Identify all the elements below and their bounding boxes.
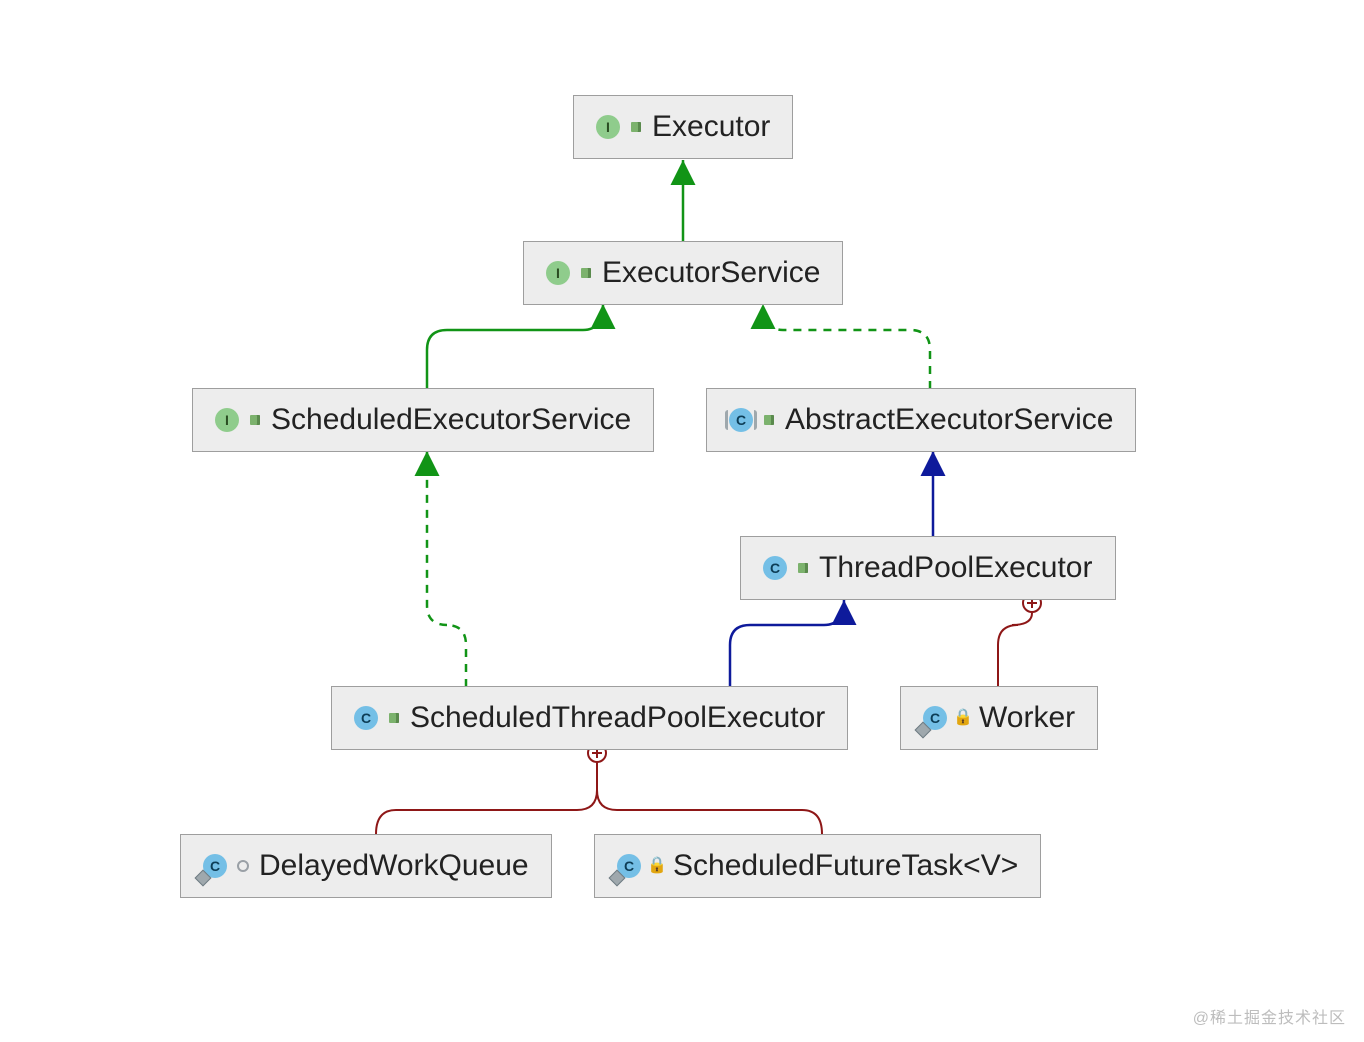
node-label: ScheduledExecutorService <box>271 403 631 437</box>
nested-badge-icon <box>195 870 212 887</box>
class-icon: C <box>203 854 227 878</box>
node-scheduled-executor-service[interactable]: I ScheduledExecutorService <box>192 388 654 452</box>
edge-worker-tpe <box>998 613 1032 687</box>
class-icon: C <box>617 854 641 878</box>
node-label: ThreadPoolExecutor <box>819 551 1093 585</box>
node-label: DelayedWorkQueue <box>259 849 529 883</box>
nested-badge-icon <box>915 722 932 739</box>
edge-dwq-stpe <box>376 762 597 834</box>
edge-absexecsvc-executorsvc <box>763 304 930 389</box>
node-abstract-executor-service[interactable]: C AbstractExecutorService <box>706 388 1136 452</box>
diagram-canvas: I Executor I ExecutorService I Scheduled… <box>0 0 1364 1042</box>
public-icon <box>628 119 644 135</box>
interface-icon: I <box>546 261 570 285</box>
public-icon <box>795 560 811 576</box>
public-icon <box>761 412 777 428</box>
watermark-text: @稀土掘金技术社区 <box>1193 1004 1346 1028</box>
public-icon <box>386 710 402 726</box>
class-icon: C <box>923 706 947 730</box>
node-label: ScheduledFutureTask<V> <box>673 849 1018 883</box>
edge-sft-stpe <box>597 762 822 834</box>
node-scheduled-future-task[interactable]: C 🔒 ScheduledFutureTask<V> <box>594 834 1041 898</box>
private-lock-icon: 🔒 <box>955 710 971 726</box>
public-icon <box>578 265 594 281</box>
edge-stpe-tpe <box>730 600 844 687</box>
node-delayed-work-queue[interactable]: C DelayedWorkQueue <box>180 834 552 898</box>
node-executor-service[interactable]: I ExecutorService <box>523 241 843 305</box>
node-label: Worker <box>979 701 1075 735</box>
node-worker[interactable]: C 🔒 Worker <box>900 686 1098 750</box>
node-label: ExecutorService <box>602 256 820 290</box>
interface-icon: I <box>215 408 239 432</box>
node-scheduled-thread-pool-executor[interactable]: C ScheduledThreadPoolExecutor <box>331 686 848 750</box>
nested-badge-icon <box>609 870 626 887</box>
abstract-class-icon: C <box>729 408 753 432</box>
interface-icon: I <box>596 115 620 139</box>
node-label: AbstractExecutorService <box>785 403 1113 437</box>
node-thread-pool-executor[interactable]: C ThreadPoolExecutor <box>740 536 1116 600</box>
class-icon: C <box>763 556 787 580</box>
package-private-icon <box>235 858 251 874</box>
node-executor[interactable]: I Executor <box>573 95 793 159</box>
public-icon <box>247 412 263 428</box>
edge-schedexecsvc-executorsvc <box>427 304 603 389</box>
edge-stpe-schedexecsvc <box>427 451 466 687</box>
private-lock-icon: 🔒 <box>649 858 665 874</box>
node-label: Executor <box>652 110 770 144</box>
class-icon: C <box>354 706 378 730</box>
node-label: ScheduledThreadPoolExecutor <box>410 701 825 735</box>
